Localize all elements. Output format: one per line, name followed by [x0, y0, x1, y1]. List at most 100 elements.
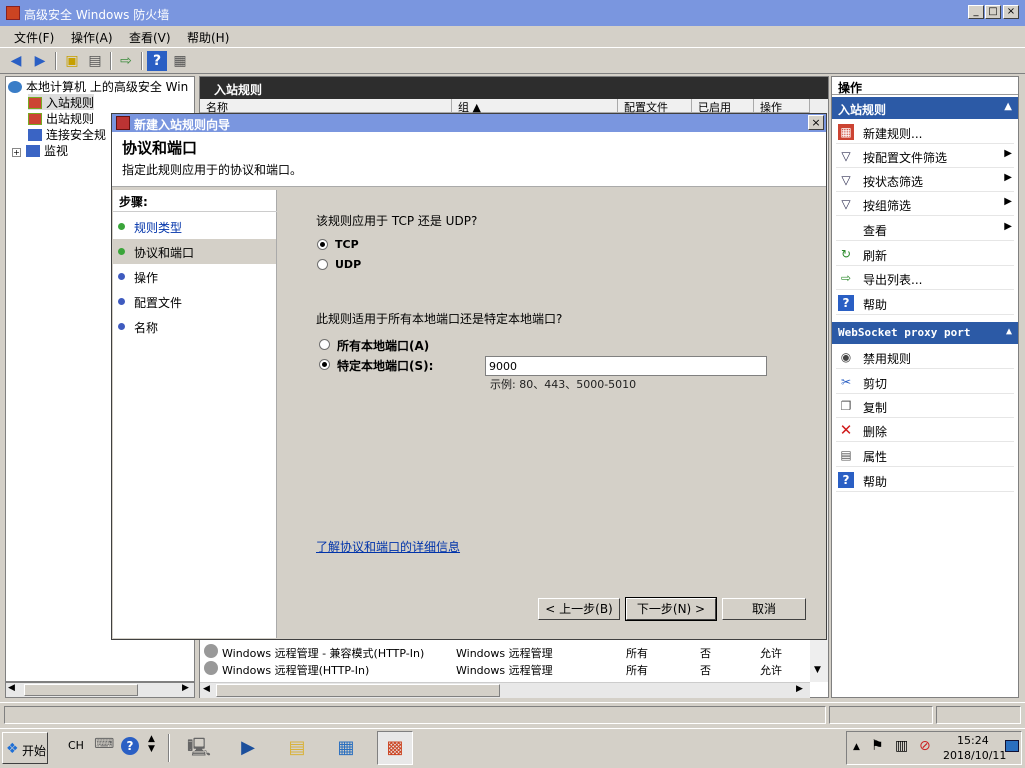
scroll-right-icon[interactable]: ▶: [182, 683, 189, 693]
collapse-up-icon[interactable]: ▲: [1006, 326, 1012, 337]
column-profile[interactable]: 配置文件: [618, 99, 692, 113]
all-ports-label[interactable]: 所有本地端口(A): [337, 337, 429, 354]
maximize-button[interactable]: □: [985, 5, 1001, 19]
show-action-pane-icon[interactable]: ▦: [170, 51, 190, 71]
menu-view[interactable]: 查看(V): [129, 29, 171, 46]
action-label: 新建规则...: [863, 127, 923, 141]
column-action[interactable]: 操作: [754, 99, 810, 113]
back-arrow-icon[interactable]: ◀: [6, 51, 26, 71]
copy-icon: ❐: [840, 399, 852, 413]
action-properties[interactable]: ▤ 属性: [836, 443, 1014, 467]
actions-section-inbound[interactable]: 入站规则 ▲: [832, 97, 1018, 119]
help-icon: ?: [838, 472, 854, 488]
specific-ports-radio[interactable]: [319, 359, 330, 370]
scroll-right-icon[interactable]: ▶: [796, 684, 803, 694]
help-icon[interactable]: ?: [147, 51, 167, 71]
collapse-up-icon[interactable]: ▲: [1004, 101, 1012, 112]
scroll-down-icon[interactable]: ▼: [814, 665, 821, 675]
menu-help[interactable]: 帮助(H): [187, 29, 229, 46]
action-filter-by-profile[interactable]: ▽ 按配置文件筛选 ▶: [836, 144, 1014, 168]
tree-item-inbound[interactable]: 入站规则: [28, 94, 95, 110]
tcp-radio[interactable]: [317, 239, 328, 250]
rules-horizontal-scrollbar[interactable]: ◀ ▶: [200, 682, 810, 698]
clock-date[interactable]: 2018/10/11: [943, 749, 1006, 762]
step-rule-type[interactable]: 规则类型: [113, 214, 276, 239]
powershell-icon[interactable]: ▶: [230, 731, 266, 765]
menu-action[interactable]: 操作(A): [71, 29, 113, 46]
action-filter-by-group[interactable]: ▽ 按组筛选 ▶: [836, 192, 1014, 216]
control-panel-icon[interactable]: ▦: [328, 731, 364, 765]
tree-item-outbound[interactable]: 出站规则: [28, 110, 94, 126]
start-button[interactable]: ❖ 开始: [2, 732, 48, 764]
step-protocol-ports[interactable]: 协议和端口: [113, 239, 276, 264]
help-icon[interactable]: ?: [121, 737, 139, 755]
export-icon[interactable]: ⇨: [116, 51, 136, 71]
scroll-thumb[interactable]: [24, 684, 138, 696]
title-bar[interactable]: 高级安全 Windows 防火墙 _ □ ×: [0, 0, 1025, 26]
language-options-icon[interactable]: ▲ ▼: [148, 734, 155, 754]
language-indicator[interactable]: CH: [68, 739, 84, 752]
expand-icon[interactable]: +: [12, 148, 21, 157]
wizard-title[interactable]: 新建入站规则向导: [112, 114, 826, 132]
table-row[interactable]: Windows 远程管理(HTTP-In) Windows 远程管理 所有 否 …: [204, 660, 804, 677]
action-help[interactable]: ? 帮助: [836, 291, 1014, 315]
tree-horizontal-scrollbar[interactable]: ◀ ▶: [5, 682, 195, 698]
tcp-label[interactable]: TCP: [335, 238, 359, 251]
tree-root[interactable]: 本地计算机 上的高级安全 Win: [8, 78, 188, 94]
column-group[interactable]: 组 ▲: [452, 99, 618, 113]
file-explorer-icon[interactable]: ▤: [279, 731, 315, 765]
firewall-app-icon: [6, 6, 20, 20]
action-center-flag-icon[interactable]: ⚑: [871, 738, 884, 754]
column-enabled[interactable]: 已启用: [692, 99, 754, 113]
scroll-thumb[interactable]: [216, 684, 500, 697]
keyboard-icon[interactable]: ⌨: [94, 736, 114, 752]
action-cut[interactable]: ✂ 剪切: [836, 370, 1014, 394]
action-view[interactable]: 查看 ▶: [836, 217, 1014, 241]
actions-section-selected-rule[interactable]: WebSocket proxy port ▲: [832, 322, 1018, 344]
next-button[interactable]: 下一步(N) >: [625, 597, 717, 621]
forward-arrow-icon[interactable]: ▶: [30, 51, 50, 71]
minimize-button[interactable]: _: [968, 5, 984, 19]
wizard-subheading: 指定此规则应用于的协议和端口。: [122, 163, 303, 177]
show-desktop-icon[interactable]: [1005, 740, 1019, 752]
column-name[interactable]: 名称: [200, 99, 452, 113]
back-button[interactable]: < 上一步(B): [538, 598, 620, 620]
udp-radio[interactable]: [317, 259, 328, 270]
menu-file[interactable]: 文件(F): [14, 29, 54, 46]
tree-item-label: 出站规则: [46, 112, 95, 126]
cancel-button[interactable]: 取消: [722, 598, 806, 620]
show-hidden-icons[interactable]: ▲: [853, 742, 860, 752]
action-export-list[interactable]: ⇨ 导出列表...: [836, 266, 1014, 290]
clock-time[interactable]: 15:24: [957, 734, 989, 747]
udp-label[interactable]: UDP: [335, 258, 361, 271]
specific-ports-label[interactable]: 特定本地端口(S):: [337, 357, 433, 374]
server-manager-icon[interactable]: 🖳: [181, 731, 217, 765]
volume-muted-icon[interactable]: ⊘: [919, 738, 931, 754]
rule-disabled-icon: [204, 661, 218, 675]
network-icon[interactable]: ▥: [895, 738, 908, 754]
action-delete[interactable]: ✕ 删除: [836, 418, 1014, 442]
scroll-left-icon[interactable]: ◀: [203, 684, 210, 694]
port-input[interactable]: [485, 356, 767, 376]
up-folder-icon[interactable]: ▣: [62, 51, 82, 71]
show-tree-icon[interactable]: ▤: [85, 51, 105, 71]
firewall-taskbar-icon[interactable]: ▩: [377, 731, 413, 765]
action-help-rule[interactable]: ? 帮助: [836, 468, 1014, 492]
tree-item-monitoring[interactable]: + 监视: [12, 142, 68, 158]
action-copy[interactable]: ❐ 复制: [836, 394, 1014, 418]
scroll-left-icon[interactable]: ◀: [8, 683, 15, 693]
outbound-rules-icon: [28, 113, 42, 125]
all-ports-radio[interactable]: [319, 339, 330, 350]
action-disable-rule[interactable]: ◉ 禁用规则: [836, 345, 1014, 369]
table-row[interactable]: Windows 远程管理 - 兼容模式(HTTP-In) Windows 远程管…: [204, 643, 804, 660]
close-button[interactable]: ×: [1003, 5, 1019, 19]
action-filter-by-state[interactable]: ▽ 按状态筛选 ▶: [836, 168, 1014, 192]
tree-item-connection-security[interactable]: 连接安全规: [28, 126, 106, 142]
wizard-close-button[interactable]: ×: [808, 115, 824, 130]
new-rule-icon: ▦: [838, 124, 854, 140]
properties-icon: ▤: [840, 448, 852, 462]
action-new-rule[interactable]: ▦ 新建规则...: [836, 120, 1014, 144]
action-label: 删除: [863, 425, 888, 439]
learn-more-link[interactable]: 了解协议和端口的详细信息: [316, 538, 460, 555]
action-refresh[interactable]: ↻ 刷新: [836, 242, 1014, 266]
